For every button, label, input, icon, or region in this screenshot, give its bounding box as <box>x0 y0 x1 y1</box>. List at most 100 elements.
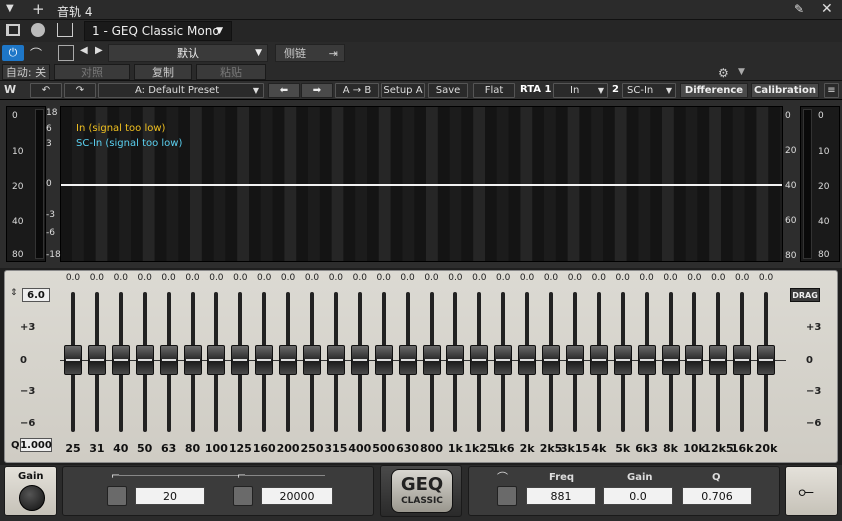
band-slider[interactable] <box>349 292 371 432</box>
band-slider[interactable] <box>588 292 610 432</box>
slider-thumb[interactable] <box>111 345 130 375</box>
band-slider[interactable] <box>62 292 84 432</box>
slider-thumb[interactable] <box>422 345 441 375</box>
slider-thumb[interactable] <box>255 345 274 375</box>
band-slider[interactable] <box>612 292 634 432</box>
paste-button[interactable]: 粘贴 <box>196 64 266 80</box>
band-slider[interactable] <box>564 292 586 432</box>
power-icon[interactable]: ⏻ <box>2 45 24 61</box>
drag-button[interactable]: DRAG <box>790 288 820 302</box>
slider-thumb[interactable] <box>207 345 226 375</box>
band-slider[interactable] <box>755 292 777 432</box>
lowpass-toggle[interactable] <box>233 486 253 506</box>
slider-thumb[interactable] <box>518 345 537 375</box>
band-slider[interactable] <box>373 292 395 432</box>
band-slider[interactable] <box>205 292 227 432</box>
slider-thumb[interactable] <box>709 345 728 375</box>
calibration-button[interactable]: Calibration <box>751 83 819 98</box>
slider-thumb[interactable] <box>494 345 513 375</box>
band-slider[interactable] <box>731 292 753 432</box>
load-prev-button[interactable]: ⬅ <box>268 83 300 98</box>
gain-knob[interactable] <box>19 485 45 511</box>
band-slider[interactable] <box>468 292 490 432</box>
band-slider[interactable] <box>277 292 299 432</box>
slider-thumb[interactable] <box>279 345 298 375</box>
band-slider[interactable] <box>229 292 251 432</box>
slider-thumb[interactable] <box>64 345 82 375</box>
rta2-selector[interactable]: SC-In ▼ <box>622 83 676 98</box>
band-slider[interactable] <box>492 292 514 432</box>
band-slider[interactable] <box>444 292 466 432</box>
band-slider[interactable] <box>325 292 347 432</box>
band-slider[interactable] <box>301 292 323 432</box>
compare-button[interactable]: 对照 <box>54 64 130 80</box>
save-button[interactable]: Save <box>428 83 468 98</box>
band-slider[interactable] <box>540 292 562 432</box>
redo-button[interactable]: ↷ <box>64 83 96 98</box>
highpass-toggle[interactable] <box>107 486 127 506</box>
q-field-bottom[interactable]: 0.706 <box>682 487 752 505</box>
highpass-field[interactable]: 20 <box>135 487 205 505</box>
copy-button[interactable]: 复制 <box>134 64 192 80</box>
slider-thumb[interactable] <box>470 345 489 375</box>
band-slider[interactable] <box>397 292 419 432</box>
slider-thumb[interactable] <box>446 345 465 375</box>
auto-off-button[interactable]: 自动: 关 <box>2 64 50 80</box>
rta1-selector[interactable]: In ▼ <box>553 83 608 98</box>
slider-thumb[interactable] <box>374 345 393 375</box>
band-slider[interactable] <box>683 292 705 432</box>
prev-preset-icon[interactable]: ◀ <box>80 45 88 56</box>
slider-thumb[interactable] <box>350 345 369 375</box>
slider-thumb[interactable] <box>613 345 632 375</box>
load-next-button[interactable]: ➡ <box>301 83 333 98</box>
menu-button[interactable]: ≡ <box>824 83 839 98</box>
pin-icon[interactable]: ✎ <box>794 2 804 16</box>
band-slider[interactable] <box>636 292 658 432</box>
range-stepper-icon[interactable]: ⇕ <box>10 288 18 298</box>
band-slider[interactable] <box>110 292 132 432</box>
slider-thumb[interactable] <box>231 345 250 375</box>
slider-thumb[interactable] <box>565 345 584 375</box>
routing-icon[interactable] <box>57 23 73 37</box>
add-icon[interactable]: + <box>32 0 45 18</box>
slider-thumb[interactable] <box>733 345 752 375</box>
range-field[interactable]: 6.0 <box>22 288 50 302</box>
menu-down-icon[interactable]: ▼ <box>6 3 14 14</box>
gain-field[interactable]: 0.0 <box>603 487 673 505</box>
slider-thumb[interactable] <box>135 345 154 375</box>
flat-button[interactable]: Flat <box>473 83 515 98</box>
slider-thumb[interactable] <box>398 345 417 375</box>
band-slider[interactable] <box>182 292 204 432</box>
band-slider[interactable] <box>86 292 108 432</box>
preset-menu-icon[interactable] <box>58 45 74 61</box>
slider-thumb[interactable] <box>589 345 608 375</box>
slider-thumb[interactable] <box>542 345 560 375</box>
band-slider[interactable] <box>707 292 729 432</box>
slider-thumb[interactable] <box>685 345 704 375</box>
band-slider[interactable] <box>253 292 275 432</box>
grid-icon[interactable] <box>6 24 20 36</box>
band-slider[interactable] <box>421 292 443 432</box>
lowpass-field[interactable]: 20000 <box>261 487 333 505</box>
curve-view-button[interactable]: ⟜ <box>785 466 838 516</box>
slider-thumb[interactable] <box>159 345 178 375</box>
next-preset-icon[interactable]: ▶ <box>95 45 103 56</box>
close-icon[interactable]: ✕ <box>821 1 833 17</box>
dial-icon[interactable] <box>31 23 45 37</box>
chevron-down-icon[interactable]: ▼ <box>738 67 745 77</box>
slider-thumb[interactable] <box>661 345 680 375</box>
band-slider[interactable] <box>158 292 180 432</box>
slider-thumb[interactable] <box>637 345 656 375</box>
plugin-slot-selector[interactable]: 1 - GEQ Classic Mono ▼ <box>84 21 232 41</box>
slider-thumb[interactable] <box>757 345 776 375</box>
bypass-icon[interactable]: ⌒ <box>30 45 42 62</box>
preset-selector[interactable]: 默认 ▼ <box>108 44 268 62</box>
gear-icon[interactable]: ⚙ <box>718 66 729 80</box>
band-slider[interactable] <box>134 292 156 432</box>
band-toggle[interactable] <box>497 486 517 506</box>
q-field[interactable]: 1.000 <box>20 438 52 452</box>
sidechain-button[interactable]: 侧链 ⇥ <box>275 44 345 62</box>
slider-thumb[interactable] <box>183 345 202 375</box>
ab-button[interactable]: A → B <box>335 83 379 98</box>
setup-button[interactable]: Setup A <box>381 83 425 98</box>
